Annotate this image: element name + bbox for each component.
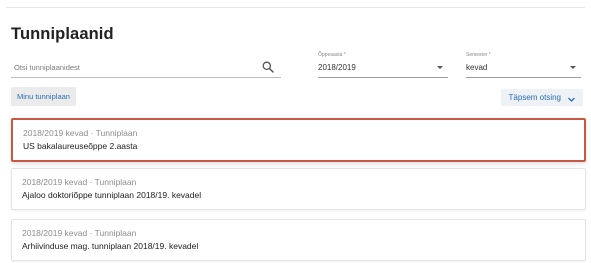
schedule-meta: 2018/2019 kevad · Tunniplaan [22,177,137,187]
schedule-card[interactable]: 2018/2019 kevad · Tunniplaan Ajaloo dokt… [11,168,586,210]
caret-down-icon [437,66,443,69]
schedule-title: US bakalaureuseõppe 2.aasta [23,141,138,151]
year-select[interactable]: Õppeaasta * 2018/2019 [318,52,448,78]
search-icon[interactable] [261,60,275,74]
my-schedule-button[interactable]: Minu tunniplaan [11,87,76,106]
search-placeholder: Otsi tunniplaanidest [14,63,80,72]
caret-down-icon [570,66,576,69]
schedule-card[interactable]: 2018/2019 kevad · Tunniplaan US bakalaur… [11,118,586,162]
schedule-title: Ajaloo doktoriõppe tunniplaan 2018/19. k… [22,190,202,200]
term-select[interactable]: Semester * kevad [466,52,581,78]
search-input[interactable]: Otsi tunniplaanidest [11,60,281,78]
term-select-value: kevad [466,63,488,72]
schedule-card[interactable]: 2018/2019 kevad · Tunniplaan Arhiivindus… [11,219,586,261]
schedule-meta: 2018/2019 kevad · Tunniplaan [23,128,138,138]
advanced-search-label: Täpsem otsing [508,93,561,102]
term-select-label: Semester * [466,52,491,58]
advanced-search-button[interactable]: Täpsem otsing [500,89,583,106]
schedule-title: Arhiivinduse mag. tunniplaan 2018/19. ke… [22,241,199,251]
top-divider [6,7,585,8]
year-select-label: Õppeaasta * [318,52,346,58]
chevron-down-icon [567,93,576,102]
page-title: Tunniplaanid [11,25,114,43]
schedule-meta: 2018/2019 kevad · Tunniplaan [22,228,137,238]
year-select-value: 2018/2019 [318,63,356,72]
